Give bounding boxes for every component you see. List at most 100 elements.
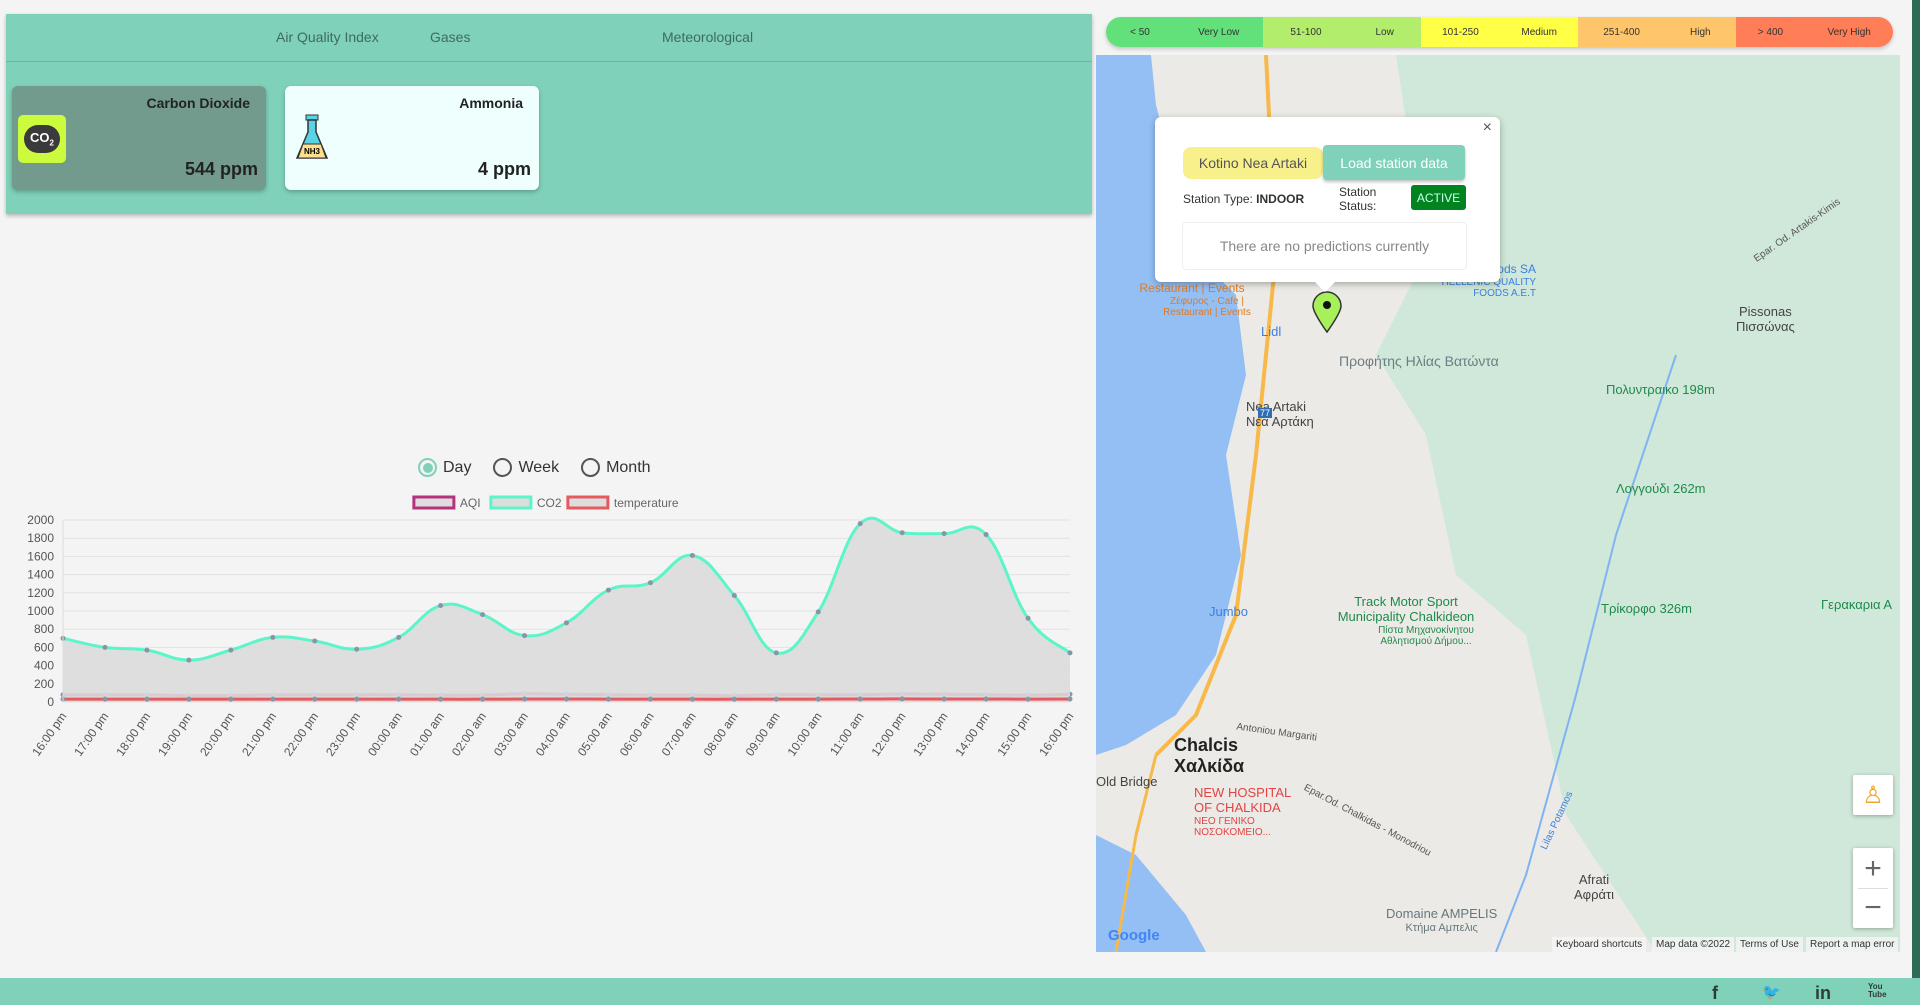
keyboard-shortcuts-link[interactable]: Keyboard shortcuts <box>1552 937 1647 952</box>
x-tick-label: 05:00 am <box>575 710 615 759</box>
zoom-in-button[interactable]: + <box>1864 850 1882 888</box>
x-tick-label: 02:00 am <box>449 710 489 759</box>
data-point <box>1067 696 1073 702</box>
street-view-pegman-icon[interactable]: ♙ <box>1853 775 1893 815</box>
data-point <box>605 696 611 702</box>
facebook-icon[interactable]: f <box>1712 983 1718 1004</box>
aqi-legend-segment: 51-100 Low <box>1263 17 1421 47</box>
radio-circle[interactable] <box>493 458 513 477</box>
map-label: Pissonas Πισσώνας <box>1736 304 1795 334</box>
youtube-icon[interactable]: You Tube <box>1868 983 1887 999</box>
x-tick-label: 22:00 pm <box>281 710 321 759</box>
data-point <box>522 633 528 639</box>
x-tick-label: 08:00 am <box>701 710 741 759</box>
aqi-range: 51-100 <box>1290 26 1322 38</box>
aqi-level: High <box>1690 26 1711 38</box>
twitter-icon[interactable]: 🐦 <box>1762 983 1781 1001</box>
radio-label: Month <box>606 458 651 476</box>
data-point <box>186 696 192 702</box>
x-tick-label: 21:00 pm <box>239 710 279 759</box>
data-point <box>564 620 569 626</box>
aqi-level: Medium <box>1521 26 1557 38</box>
data-point <box>983 532 989 538</box>
x-tick-label: 16:00 pm <box>29 710 69 759</box>
map-label: Restaurant | Events Ζέφυρος - Cafe | Rest… <box>1139 281 1251 319</box>
legend-swatch <box>566 495 610 510</box>
station-status-label: Station Status: <box>1339 185 1377 213</box>
tab-air-quality-index[interactable]: Air Quality Index <box>276 29 379 45</box>
radio-label: Week <box>518 458 560 476</box>
flask-icon: NH3 <box>295 114 329 159</box>
x-tick-label: 09:00 am <box>743 710 783 759</box>
co2-card[interactable]: CO2 Carbon Dioxide 544 ppm <box>12 86 266 190</box>
x-tick-label: 15:00 pm <box>994 710 1034 759</box>
map-label: Προφήτης Ηλίας Βατώντα <box>1339 353 1499 369</box>
map-label: Λογγούδι 262m <box>1616 481 1706 496</box>
legend-label: CO2 <box>537 496 562 510</box>
zoom-out-button[interactable]: − <box>1858 887 1888 927</box>
data-point <box>312 696 318 702</box>
data-point <box>1025 696 1031 702</box>
footer <box>0 978 1920 1005</box>
data-point <box>815 609 821 615</box>
map-label: Πολυντραικο 198m <box>1606 382 1715 397</box>
y-tick-label: 600 <box>34 640 54 654</box>
x-tick-label: 10:00 am <box>785 710 825 759</box>
y-tick-label: 0 <box>47 695 54 709</box>
data-point <box>689 552 695 558</box>
x-tick-label: 20:00 pm <box>197 710 237 759</box>
radio-label: Day <box>443 458 472 476</box>
radio-circle[interactable] <box>581 458 601 477</box>
radio-day[interactable]: Day <box>418 458 471 477</box>
y-tick-label: 1400 <box>27 568 54 582</box>
report-error-link[interactable]: Report a map error <box>1806 937 1899 952</box>
aqi-level: Very High <box>1827 26 1871 38</box>
aqi-range: > 400 <box>1757 26 1784 38</box>
y-tick-label: 1000 <box>27 604 54 618</box>
y-tick-label: 400 <box>34 659 54 673</box>
map-label: Chalcis Χαλκίδα <box>1174 735 1245 776</box>
x-tick-label: 12:00 pm <box>868 710 908 759</box>
series-area-CO2 <box>63 518 1070 702</box>
x-tick-label: 18:00 pm <box>113 710 153 759</box>
station-marker-icon[interactable] <box>1311 291 1343 333</box>
aqi-legend-segment: 101-250 Medium <box>1420 17 1579 47</box>
load-station-data-button[interactable]: Load station data <box>1323 145 1465 180</box>
x-tick-label: 17:00 pm <box>71 710 111 759</box>
data-point <box>102 644 108 650</box>
y-tick-label: 1800 <box>27 531 54 545</box>
y-tick-label: 1600 <box>27 549 54 563</box>
aqi-range: 251-400 <box>1603 26 1640 38</box>
data-point <box>1025 615 1031 621</box>
tab-gases[interactable]: Gases <box>430 29 470 45</box>
linkedin-icon[interactable]: in <box>1815 983 1831 1004</box>
aqi-range: < 50 <box>1130 26 1150 38</box>
x-tick-label: 13:00 pm <box>910 710 950 759</box>
aqi-level: Very Low <box>1198 26 1240 38</box>
aqi-legend-segment: < 50 Very Low <box>1106 17 1264 47</box>
route-shield: 77 <box>1258 408 1273 419</box>
aqi-legend-segment: > 400 Very High <box>1735 17 1893 47</box>
y-tick-label: 1200 <box>27 586 54 600</box>
map-label: Nea Artaki Νέα Αρτάκη <box>1246 399 1314 429</box>
radio-week[interactable]: Week <box>493 458 559 477</box>
legend-swatch <box>412 495 456 510</box>
tab-meteorological[interactable]: Meteorological <box>662 29 753 45</box>
data-point <box>689 696 695 702</box>
station-name-button[interactable]: Kotino Nea Artaki <box>1183 147 1323 179</box>
data-point <box>1067 650 1073 656</box>
ammonia-card[interactable]: NH3 Ammonia 4 ppm <box>285 86 539 190</box>
legend-label: AQI <box>460 496 481 510</box>
close-icon[interactable]: × <box>1483 119 1492 137</box>
data-point <box>857 521 863 527</box>
radio-month[interactable]: Month <box>581 458 651 477</box>
data-point <box>396 696 402 702</box>
terms-link[interactable]: Terms of Use <box>1736 937 1803 952</box>
data-point <box>396 634 402 640</box>
scrollbar[interactable] <box>1912 0 1920 978</box>
radio-circle[interactable] <box>418 458 437 477</box>
data-point <box>647 580 653 586</box>
svg-text:NH3: NH3 <box>304 147 321 156</box>
data-point <box>941 696 947 702</box>
data-point <box>647 696 653 702</box>
